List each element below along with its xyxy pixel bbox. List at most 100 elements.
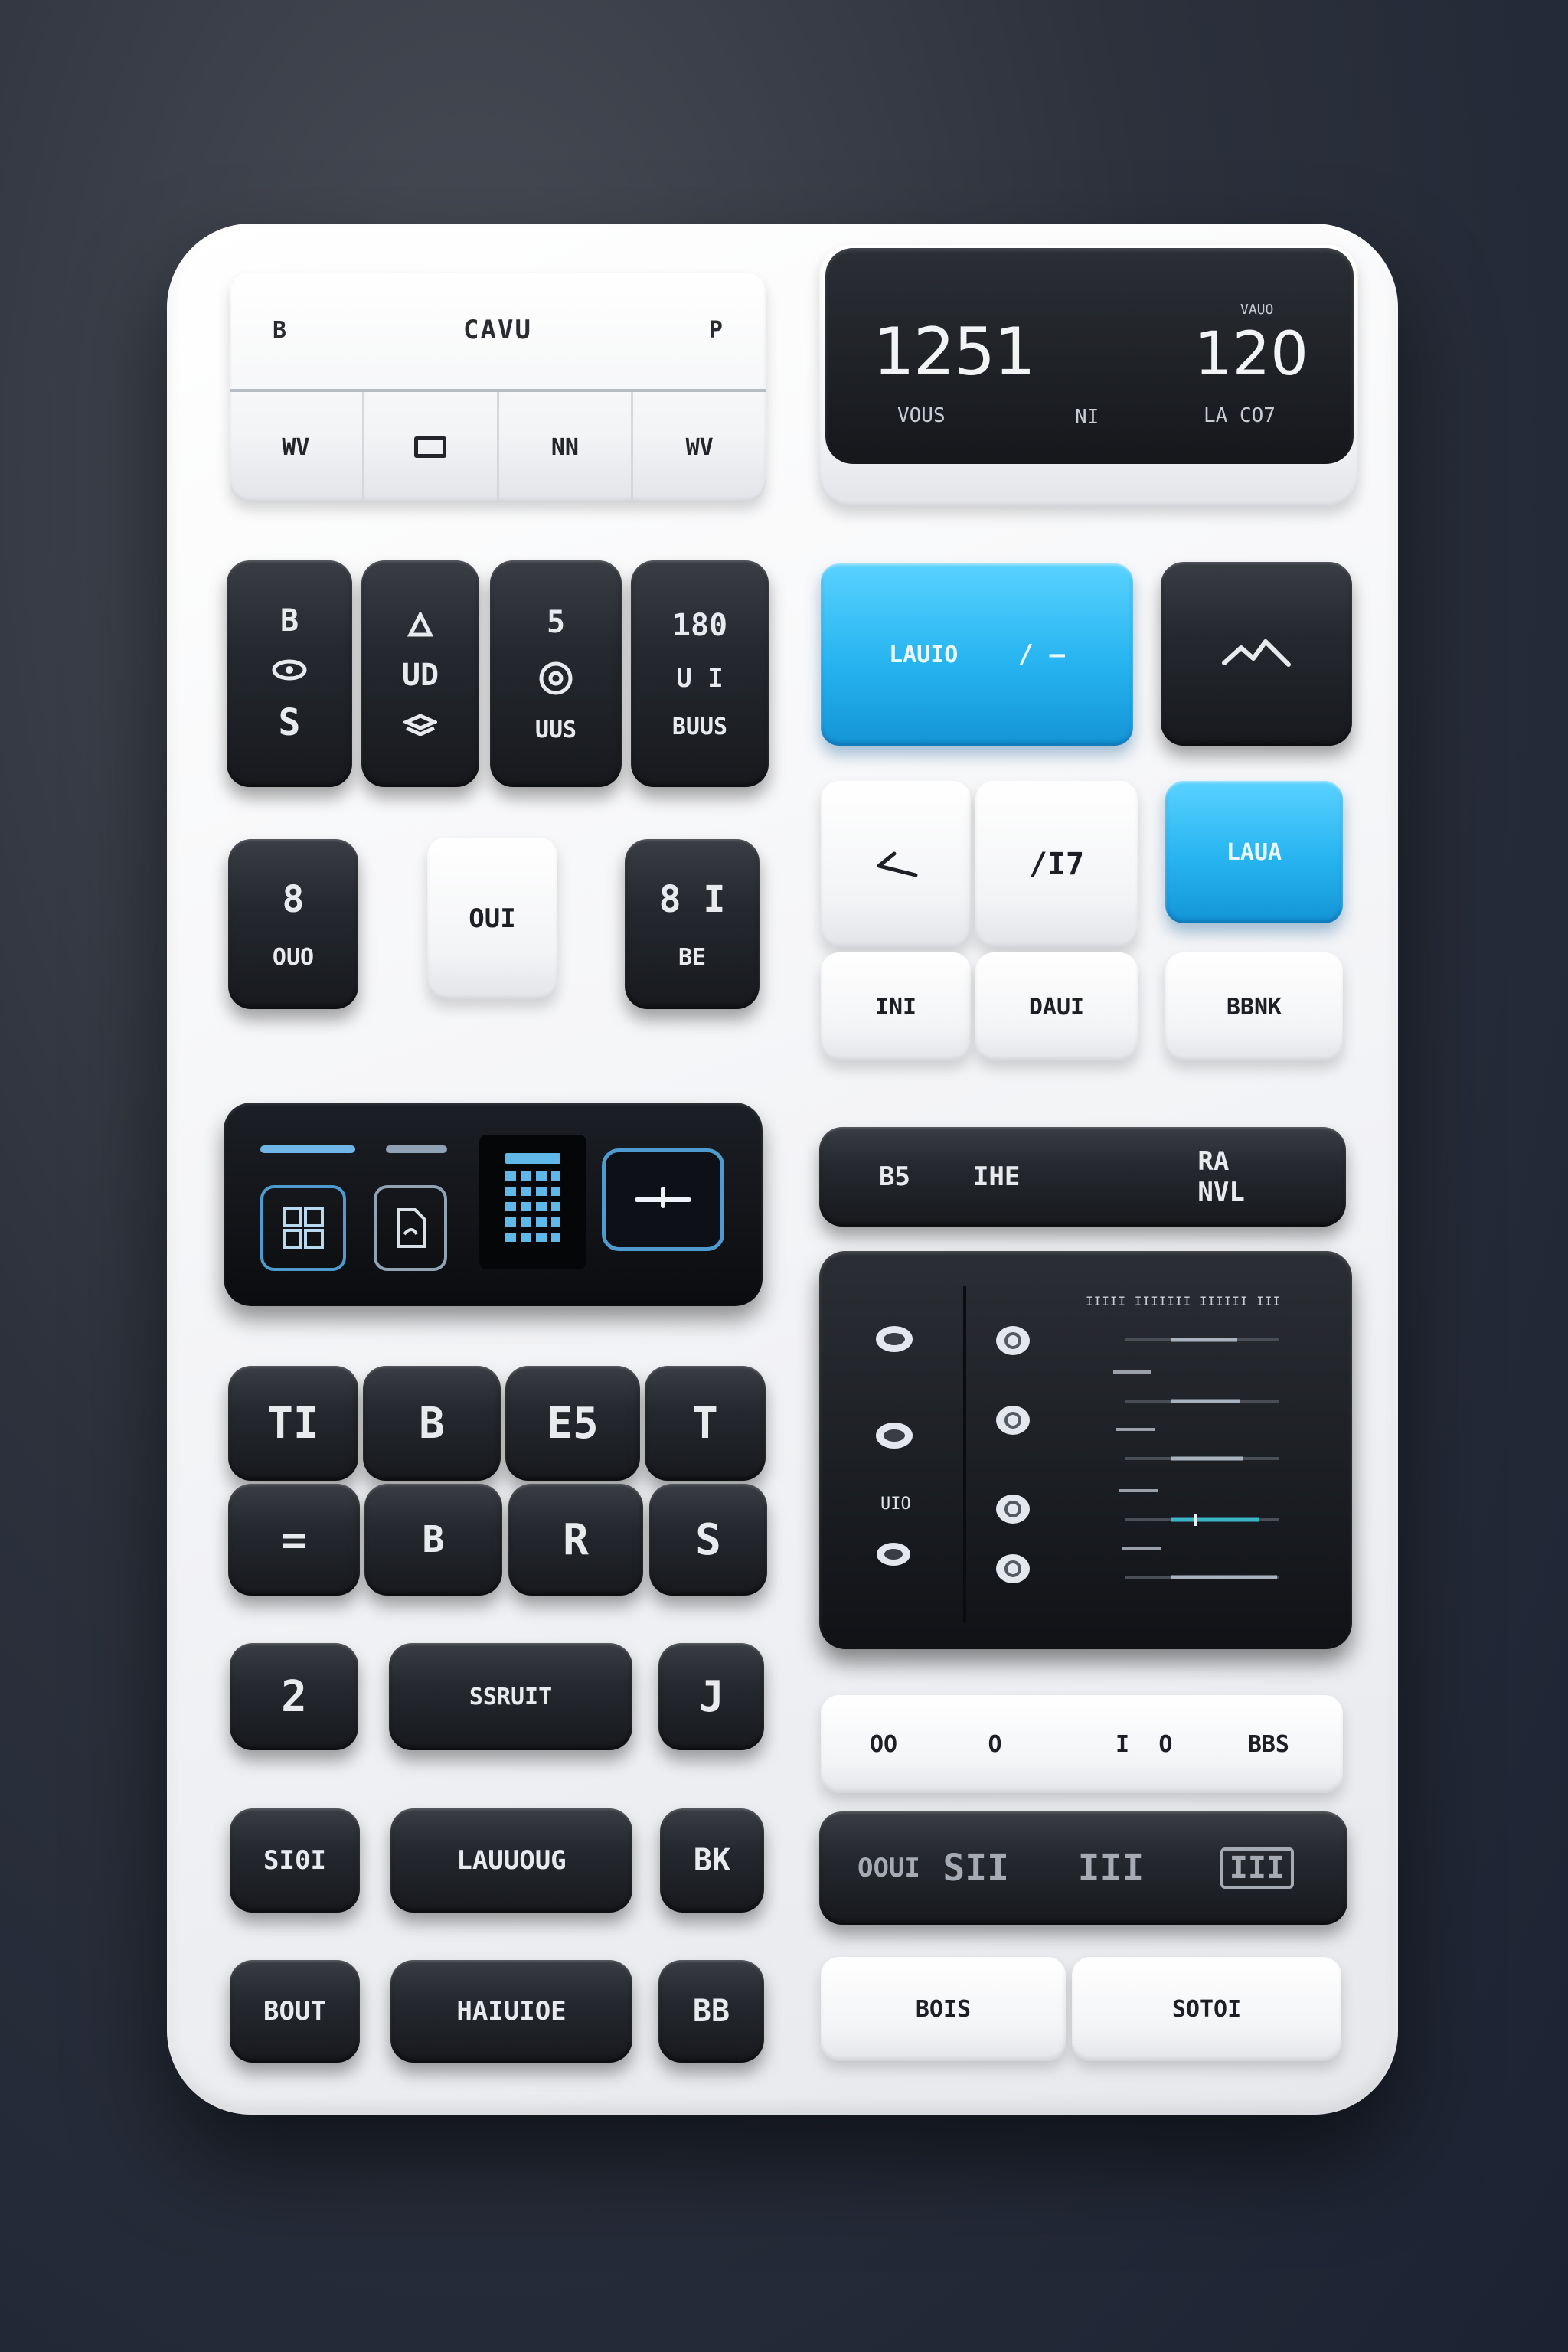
eye-icon bbox=[876, 1423, 913, 1449]
eye-icon bbox=[876, 1326, 913, 1352]
light-key-bottom-2[interactable]: DAUI bbox=[975, 952, 1138, 1061]
small-key-1-bottom: OUO bbox=[272, 943, 315, 971]
dial-3[interactable] bbox=[994, 1491, 1032, 1527]
dial-2[interactable] bbox=[994, 1403, 1032, 1438]
header-tab-4[interactable]: WV bbox=[633, 392, 766, 502]
slider-stack[interactable] bbox=[1080, 1317, 1294, 1592]
matrix-icon bbox=[505, 1153, 560, 1242]
row2-right-key[interactable]: BK bbox=[660, 1808, 764, 1913]
display-bottom-left: VOUS bbox=[897, 404, 946, 427]
row2-mid-key[interactable]: LAUUOUG bbox=[390, 1808, 632, 1913]
key-grid-1[interactable]: B S bbox=[227, 560, 352, 787]
key-grid-3[interactable]: 5 UUS bbox=[490, 560, 622, 787]
small-key-3[interactable]: 8 I BE bbox=[625, 839, 760, 1009]
dark-bar-item-2: SII bbox=[942, 1847, 1010, 1890]
layers-icon bbox=[403, 714, 437, 736]
eye-toggle-2[interactable] bbox=[873, 1418, 916, 1453]
small-key-3-top: 8 I bbox=[658, 877, 726, 921]
bottom-left-button[interactable]: BOIS bbox=[821, 1957, 1066, 2061]
mode-bar-mid: IHE bbox=[972, 1161, 1021, 1192]
small-key-2[interactable]: OUI bbox=[427, 838, 557, 1000]
mode-bar-right: RA NVL bbox=[1197, 1146, 1245, 1207]
light-bar-item-1: OO bbox=[870, 1730, 898, 1758]
key-grid-4-mid: U I bbox=[676, 662, 724, 694]
glyph-key-7[interactable]: R bbox=[508, 1484, 643, 1596]
row3-right-key[interactable]: BB bbox=[658, 1960, 764, 2063]
glyph-key-3[interactable]: E5 bbox=[505, 1366, 640, 1481]
key-grid-3-bottom: UUS bbox=[534, 716, 577, 743]
blue-wide-left: LAUIO bbox=[889, 641, 959, 668]
header-tab-2[interactable] bbox=[364, 392, 499, 502]
square-icon bbox=[414, 436, 447, 458]
display-second-value: 120 bbox=[1194, 320, 1308, 389]
toolbar-indicator-1 bbox=[260, 1145, 355, 1153]
display-bottom-right: LA CO7 bbox=[1204, 404, 1276, 427]
light-key-arrow[interactable] bbox=[821, 781, 971, 948]
dots-left-label: UIO bbox=[880, 1494, 911, 1514]
row1-right-key[interactable]: J bbox=[658, 1643, 764, 1750]
bottom-right-button[interactable]: SOTOI bbox=[1072, 1957, 1341, 2061]
dark-bar-item-3: III bbox=[1077, 1847, 1145, 1890]
graph-button[interactable] bbox=[1161, 562, 1352, 746]
row3-mid-key[interactable]: HAIUIOE bbox=[390, 1960, 632, 2063]
toolbar-doc-button[interactable] bbox=[374, 1185, 447, 1271]
eye-toggle-1[interactable] bbox=[873, 1321, 916, 1357]
slider-caption-3 bbox=[1116, 1428, 1155, 1431]
dial-icon bbox=[996, 1326, 1030, 1355]
blue-wide-button[interactable]: LAUIO / — bbox=[821, 564, 1133, 746]
light-status-bar[interactable]: OO O I O BBS bbox=[821, 1695, 1343, 1793]
triangle-icon bbox=[407, 612, 433, 637]
glyph-key-8[interactable]: S bbox=[649, 1484, 767, 1596]
small-key-1[interactable]: 8 OUO bbox=[228, 839, 358, 1009]
dial-icon bbox=[996, 1554, 1030, 1583]
dark-status-bar[interactable]: OOUI SII III III bbox=[819, 1811, 1348, 1925]
slider-caption-4 bbox=[1119, 1489, 1158, 1492]
slider-knob[interactable] bbox=[1194, 1514, 1197, 1526]
toolbar-matrix-display bbox=[479, 1135, 586, 1269]
light-grid-blue-button[interactable]: LAUA bbox=[1165, 781, 1343, 923]
light-bar-item-3: I bbox=[1115, 1730, 1129, 1758]
eye-toggle-3[interactable] bbox=[874, 1539, 913, 1570]
light-key-bottom-3[interactable]: BBNK bbox=[1165, 952, 1343, 1061]
blue-wide-right: / — bbox=[1018, 639, 1065, 670]
grid-icon bbox=[283, 1207, 324, 1249]
glyph-key-5[interactable]: = bbox=[228, 1484, 360, 1596]
row3-left-key[interactable]: BOUT bbox=[230, 1960, 360, 2063]
mode-bar[interactable]: B5 IHE RA NVL bbox=[819, 1127, 1346, 1227]
dark-bar-item-4: III bbox=[1220, 1847, 1294, 1889]
toolbar-indicator-2 bbox=[386, 1145, 447, 1153]
mode-bar-left: B5 bbox=[879, 1161, 910, 1192]
display-bottom-mid: NI bbox=[1075, 406, 1099, 429]
toolbar-grid-button[interactable] bbox=[260, 1185, 346, 1271]
display-main-value: 1251 bbox=[873, 314, 1036, 390]
key-grid-3-top: 5 bbox=[546, 604, 566, 640]
dial-1[interactable] bbox=[994, 1323, 1032, 1358]
header-title: CAVU bbox=[463, 315, 532, 345]
header-left-mark: B bbox=[273, 316, 287, 344]
key-grid-4-bottom: BUUS bbox=[671, 713, 728, 740]
key-grid-4-top: 180 bbox=[671, 607, 728, 643]
light-bar-item-4: O bbox=[1158, 1730, 1173, 1758]
header-title-bar[interactable]: B CAVU P bbox=[230, 273, 766, 387]
light-key-2[interactable]: /I7 bbox=[975, 781, 1138, 948]
light-key-bottom-1[interactable]: INI bbox=[821, 952, 971, 1061]
header-tab-1[interactable]: WV bbox=[230, 392, 364, 502]
header-tab-3[interactable]: NN bbox=[499, 392, 634, 502]
toolbar-plus-button[interactable] bbox=[602, 1148, 724, 1251]
row1-mid-key[interactable]: SSRUIT bbox=[389, 1643, 632, 1750]
glyph-key-1[interactable]: TI bbox=[228, 1366, 358, 1481]
light-bar-item-2: O bbox=[988, 1730, 1002, 1758]
slider-caption-5 bbox=[1122, 1547, 1161, 1550]
glyph-key-2[interactable]: B bbox=[363, 1366, 501, 1481]
key-grid-2[interactable]: UD bbox=[361, 560, 479, 787]
key-grid-4[interactable]: 180 U I BUUS bbox=[631, 560, 769, 787]
back-arrow-icon bbox=[877, 851, 918, 877]
display-top-label: VAUO bbox=[1240, 302, 1274, 318]
dial-4[interactable] bbox=[994, 1551, 1032, 1586]
row1-left-key[interactable]: 2 bbox=[230, 1643, 358, 1750]
glyph-key-4[interactable]: T bbox=[645, 1366, 766, 1481]
row2-left-key[interactable]: SI0I bbox=[230, 1808, 360, 1913]
glyph-key-6[interactable]: B bbox=[364, 1484, 502, 1596]
slider-caption-2 bbox=[1113, 1370, 1152, 1374]
dark-bar-item-1: OOUI bbox=[858, 1853, 920, 1883]
